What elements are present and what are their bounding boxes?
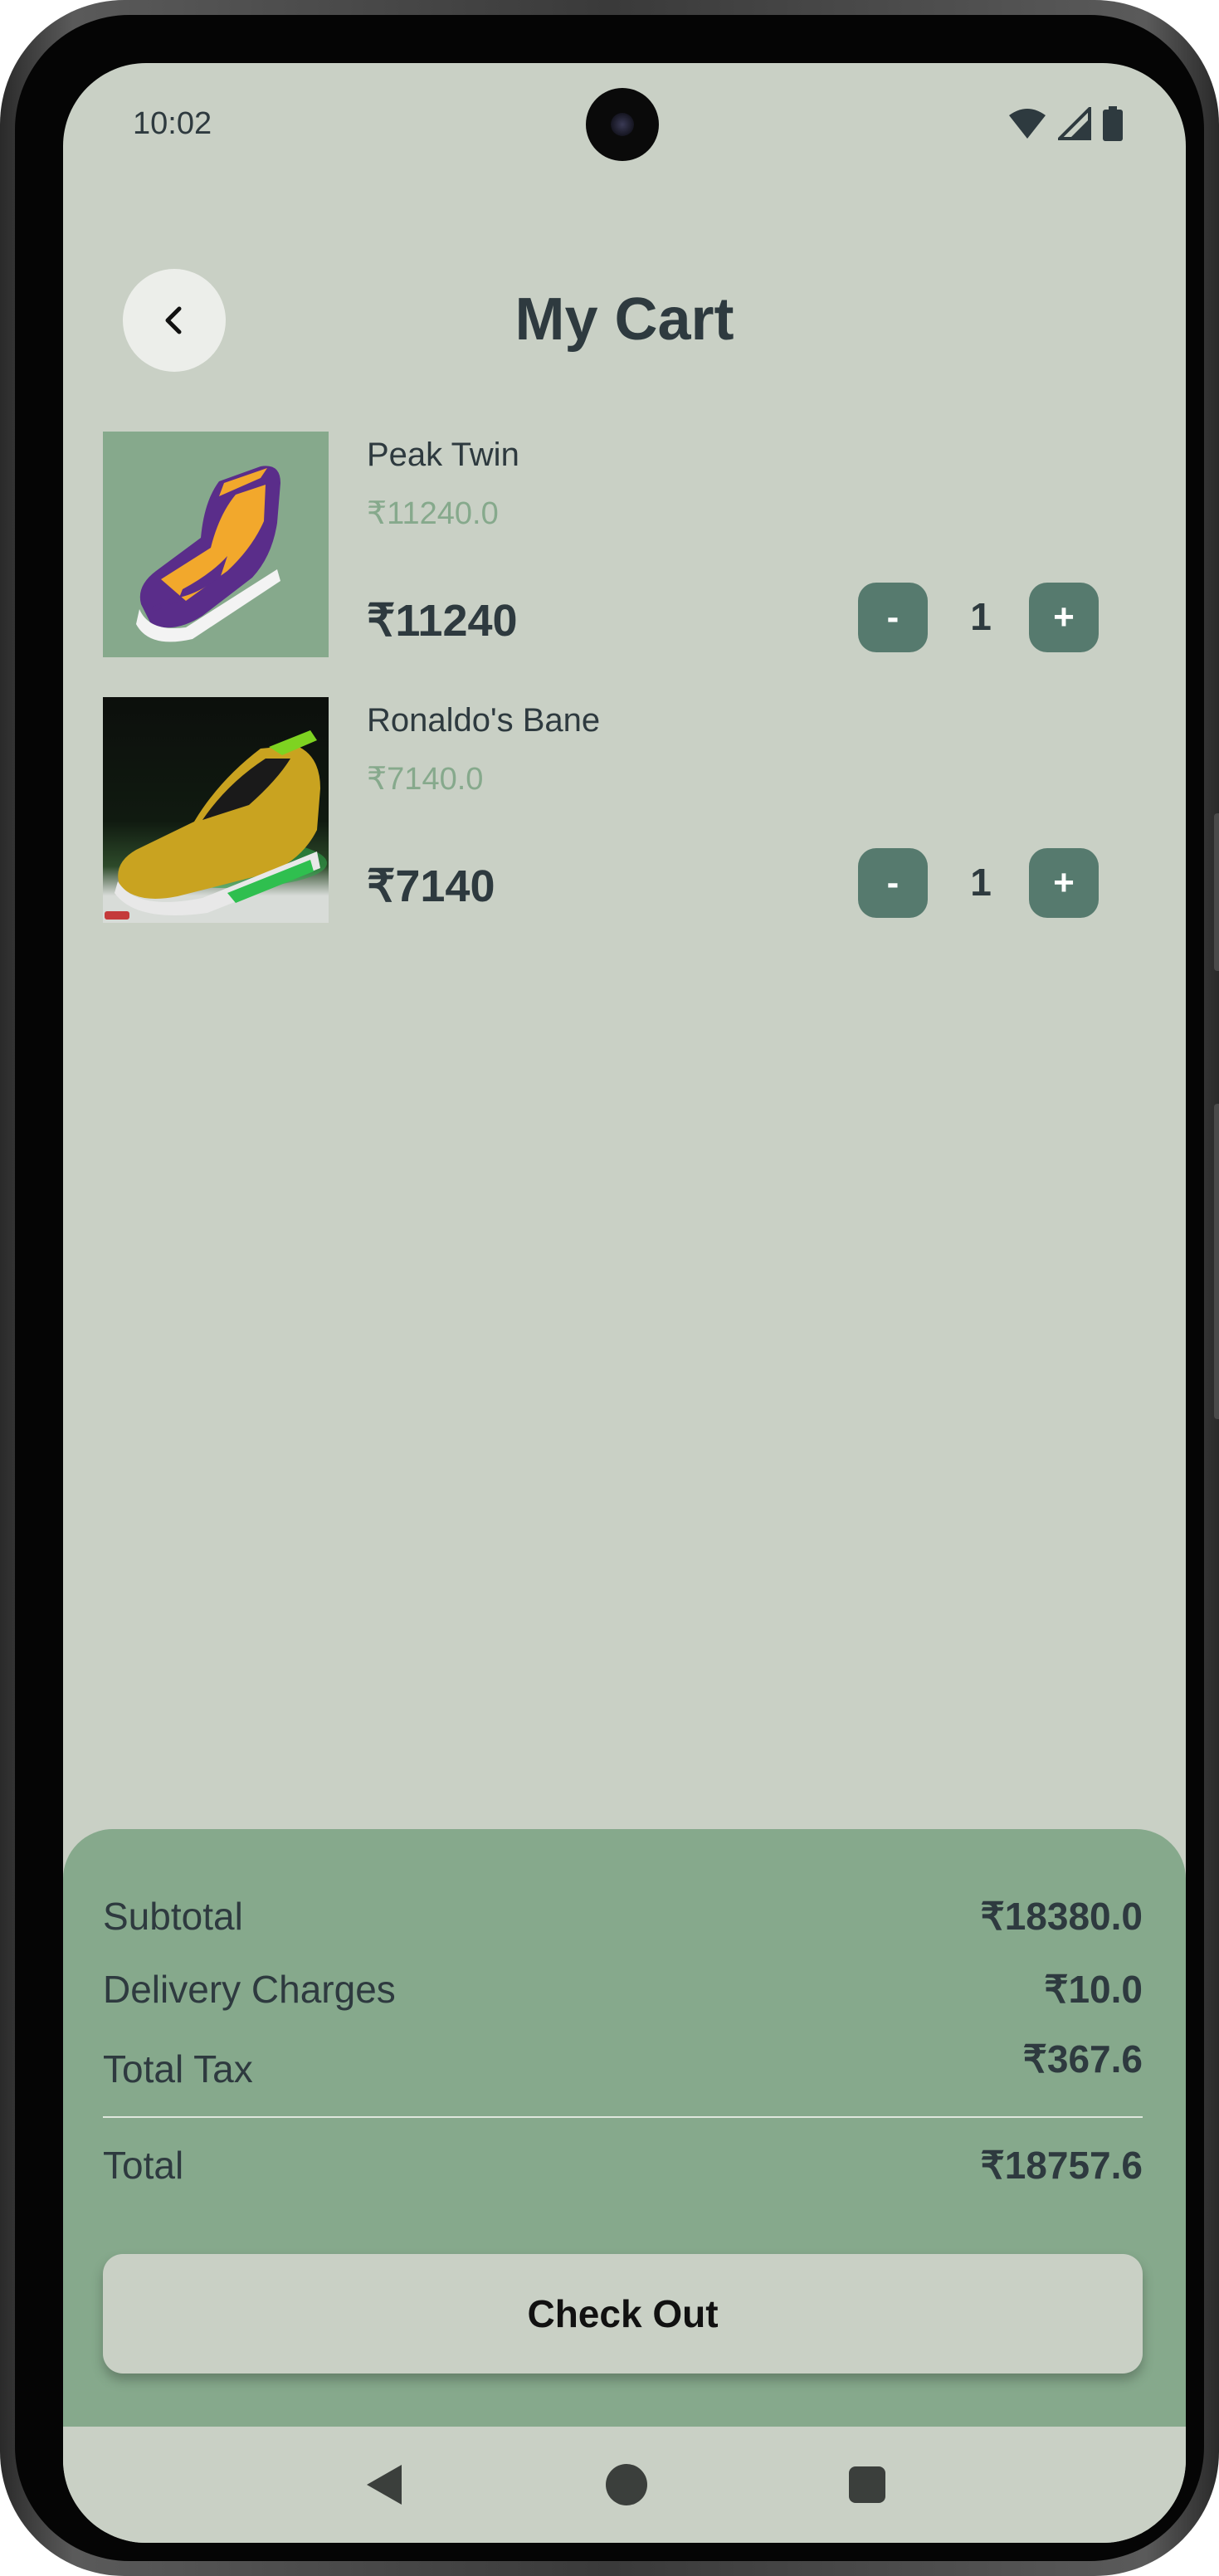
status-icons [1008, 106, 1123, 141]
subtotal-row: Subtotal ₹18380.0 [103, 1894, 1143, 1944]
wifi-icon [1009, 109, 1046, 139]
back-triangle-icon[interactable] [363, 2461, 405, 2508]
tax-value: ₹367.6 [1022, 2037, 1143, 2081]
unit-price: ₹11240.0 [367, 496, 499, 531]
checkout-button[interactable]: Check Out [103, 2254, 1143, 2374]
screen: 10:02 My Cart Peak Twin ₹11240.0 ₹11240 … [63, 63, 1186, 2543]
item-total-price: ₹7140 [367, 861, 495, 911]
total-row: Total ₹18757.6 [103, 2143, 1143, 2193]
volume-button [1214, 813, 1219, 971]
subtotal-label: Subtotal [103, 1895, 243, 1938]
home-circle-icon[interactable] [604, 2462, 649, 2507]
recents-square-icon[interactable] [848, 2466, 886, 2504]
cart-item: Peak Twin ₹11240.0 ₹11240 - 1 + [103, 432, 1143, 657]
quantity-value: 1 [970, 861, 992, 904]
unit-price: ₹7140.0 [367, 762, 484, 797]
total-label: Total [103, 2144, 184, 2187]
delivery-row: Delivery Charges ₹10.0 [103, 1967, 1143, 2017]
item-total-price: ₹11240 [367, 596, 518, 646]
product-name: Peak Twin [367, 437, 519, 473]
sneaker-image [136, 466, 280, 642]
status-time: 10:02 [133, 106, 212, 141]
total-value: ₹18757.6 [980, 2144, 1143, 2187]
power-button [1214, 1104, 1219, 1419]
delivery-value: ₹10.0 [1044, 1968, 1143, 2011]
product-name: Ronaldo's Bane [367, 702, 601, 739]
tax-row: Total Tax ₹367.6 [103, 2037, 1143, 2093]
increase-quantity-button[interactable]: + [1029, 848, 1099, 918]
page-title: My Cart [514, 286, 734, 353]
cart-item: Ronaldo's Bane ₹7140.0 ₹7140 - 1 + [103, 697, 1143, 923]
battery-icon [1103, 106, 1123, 141]
summary-divider [103, 2116, 1143, 2118]
decrease-quantity-button[interactable]: - [858, 848, 928, 918]
tax-label: Total Tax [103, 2047, 253, 2091]
phone-bezel: 10:02 My Cart Peak Twin ₹11240.0 ₹11240 … [15, 15, 1204, 2561]
product-image[interactable] [103, 697, 329, 923]
phone-frame: 10:02 My Cart Peak Twin ₹11240.0 ₹11240 … [0, 0, 1219, 2576]
decrease-quantity-button[interactable]: - [858, 583, 928, 652]
product-image[interactable] [103, 432, 329, 657]
subtotal-value: ₹18380.0 [980, 1895, 1143, 1938]
quantity-value: 1 [970, 595, 992, 638]
sneaker-image [105, 730, 327, 920]
system-nav-bar [63, 2427, 1186, 2543]
delivery-label: Delivery Charges [103, 1968, 396, 2011]
signal-icon [1058, 107, 1091, 140]
order-summary-panel: Subtotal ₹18380.0 Delivery Charges ₹10.0… [63, 1829, 1186, 2427]
camera-icon [586, 88, 659, 161]
increase-quantity-button[interactable]: + [1029, 583, 1099, 652]
